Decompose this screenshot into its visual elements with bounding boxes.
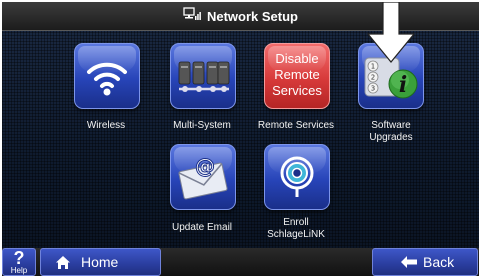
home-icon	[56, 255, 70, 269]
disable-remote-services-text: Disable Remote Services	[272, 51, 322, 98]
remote-services-label: Remote Services	[257, 120, 335, 131]
svg-text:2: 2	[371, 74, 375, 82]
update-email-tile[interactable]: @	[170, 144, 236, 210]
network-icon	[183, 6, 201, 26]
bottom-bar: ? Help Home Back	[2, 248, 479, 276]
software-upgrades-label: Software Upgrades	[369, 120, 413, 143]
page-title: Network Setup	[206, 8, 298, 24]
schlagelink-icon	[280, 156, 314, 197]
screen: Network Setup Wireless Multi-System Disa…	[2, 2, 479, 276]
help-button[interactable]: ? Help	[2, 248, 36, 276]
down-arrow-icon	[366, 2, 416, 63]
multi-system-icon	[178, 61, 230, 92]
wifi-icon	[87, 62, 127, 96]
help-label: Help	[10, 265, 28, 275]
wireless-tile[interactable]	[74, 43, 140, 109]
disable-remote-services-tile[interactable]: Disable Remote Services	[264, 43, 330, 109]
svg-text:@: @	[195, 154, 215, 178]
email-icon: @	[178, 154, 228, 200]
enroll-schlagelink-label: Enroll SchlageLiNK	[267, 217, 325, 240]
svg-text:i: i	[399, 72, 407, 98]
multi-system-tile[interactable]	[170, 43, 236, 109]
update-email-label: Update Email	[171, 222, 233, 233]
back-label: Back	[423, 254, 455, 270]
enroll-schlagelink-tile[interactable]	[264, 144, 330, 210]
help-question-mark: ?	[13, 247, 25, 268]
home-button[interactable]: Home	[40, 248, 161, 276]
home-label: Home	[81, 254, 119, 270]
back-arrow-icon	[401, 256, 417, 268]
svg-text:3: 3	[371, 85, 375, 93]
back-button[interactable]: Back	[372, 248, 478, 276]
multi-system-label: Multi-System	[173, 120, 231, 131]
wireless-label: Wireless	[86, 120, 126, 131]
